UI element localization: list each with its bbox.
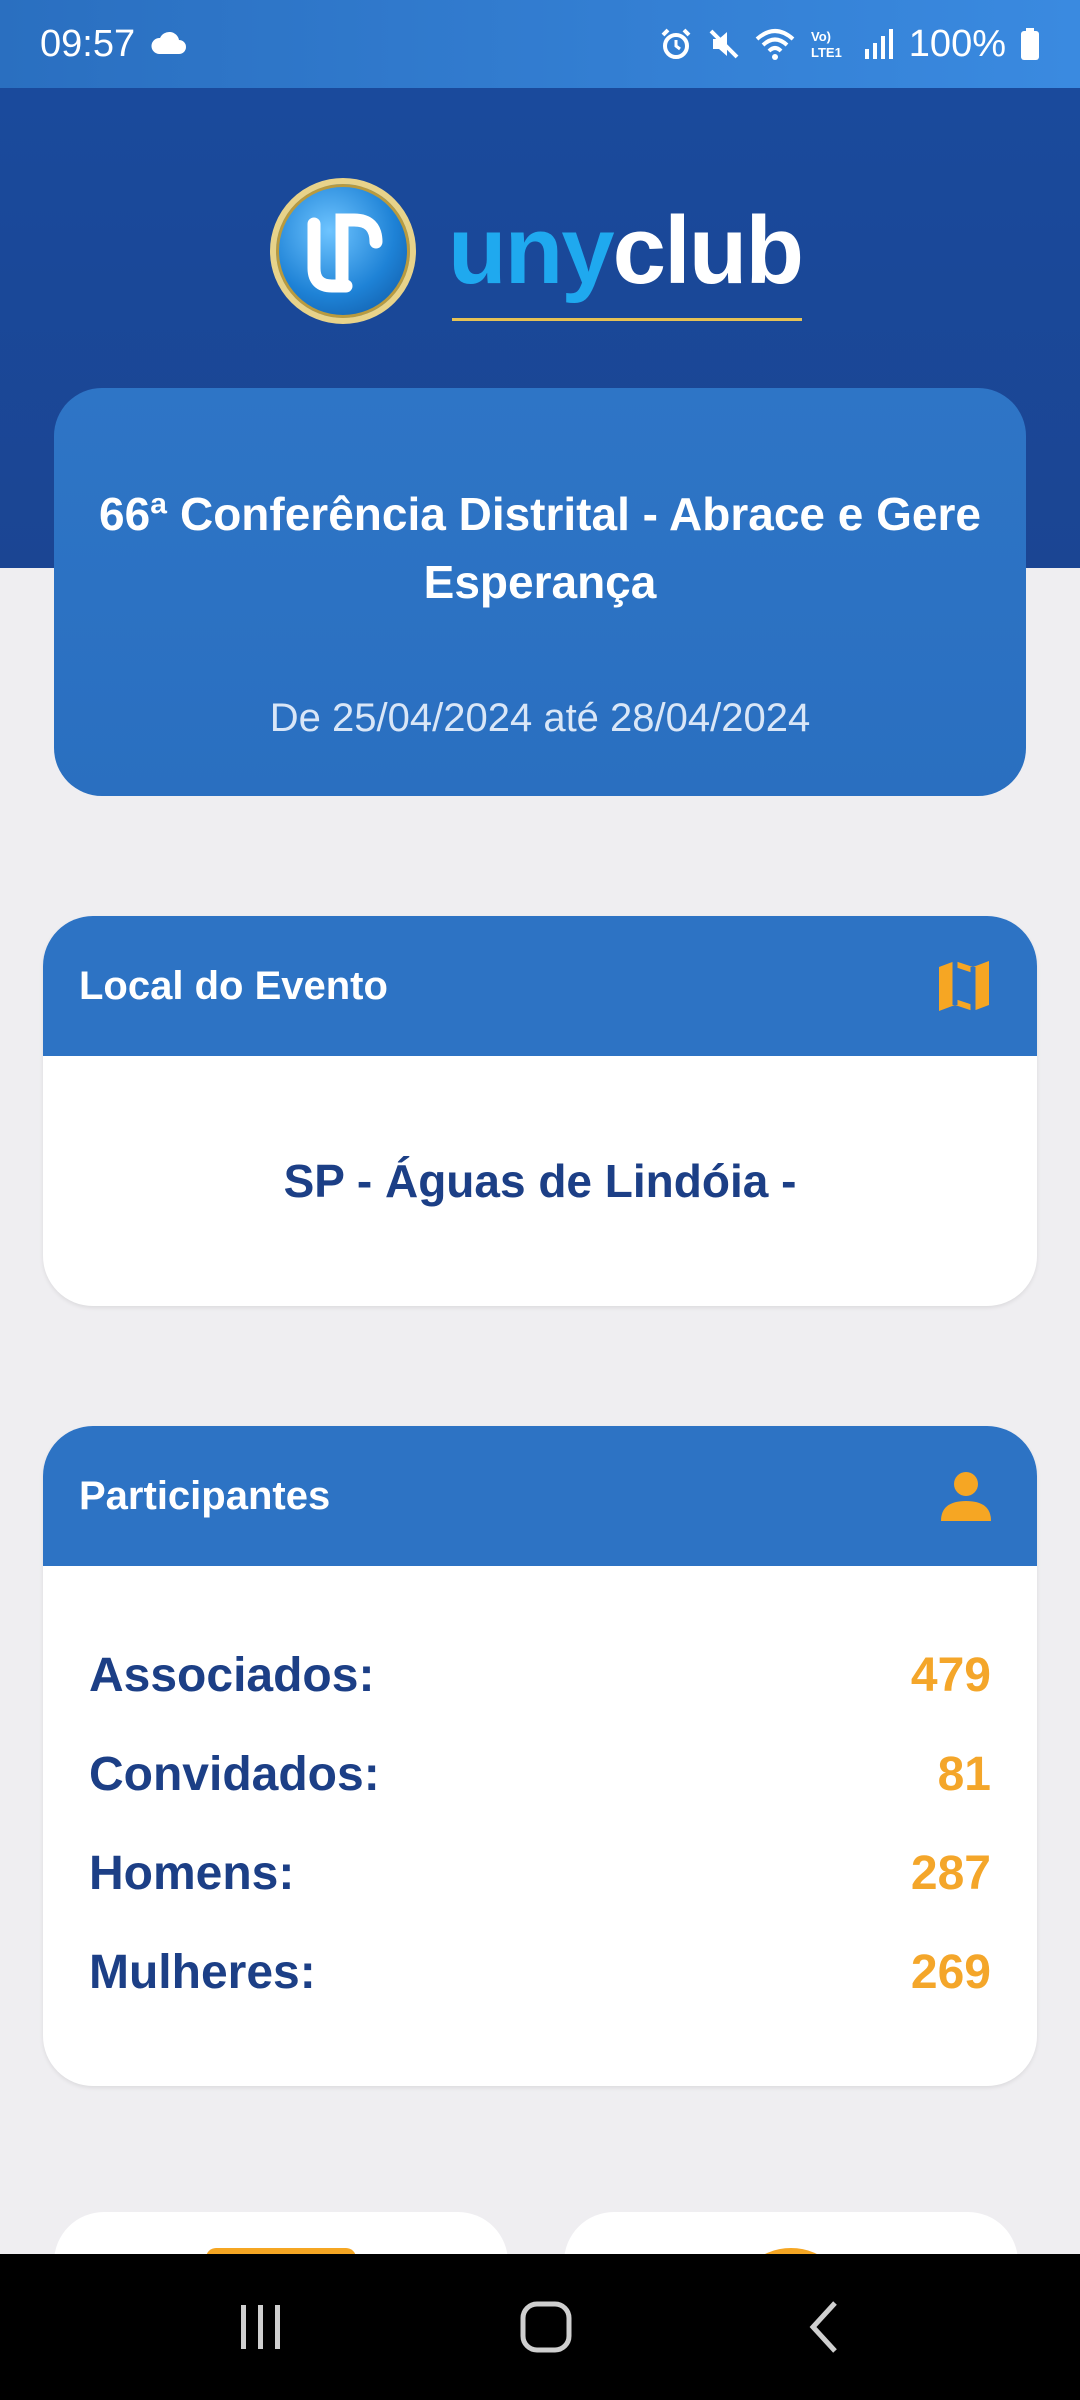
status-time: 09:57 (40, 22, 136, 65)
brand-logo: unyclub (270, 178, 804, 324)
status-bar: 09:57 Vo) LTE1 100% (0, 0, 1080, 88)
volte-icon: Vo) LTE1 (809, 27, 849, 61)
participants-row-mulheres: Mulheres: 269 (89, 1923, 991, 2022)
participants-count: 479 (910, 1649, 991, 1702)
alarm-icon (659, 27, 693, 61)
participants-count: 269 (910, 1946, 991, 1999)
brand-name-part2: club (612, 197, 804, 304)
location-value: SP - Águas de Lindóia - (283, 1155, 797, 1207)
brand-wordmark: unyclub (448, 203, 804, 321)
participants-label: Associados: (89, 1649, 375, 1702)
signal-icon (863, 27, 895, 61)
system-nav-bar (0, 2254, 1080, 2400)
participants-label: Mulheres: (89, 1946, 316, 1999)
back-button[interactable] (805, 2299, 845, 2355)
participants-row-homens: Homens: 287 (89, 1824, 991, 1923)
participants-section-header: Participantes (43, 1426, 1037, 1566)
logo-underline (452, 318, 803, 321)
person-icon[interactable] (939, 1469, 993, 1523)
battery-icon (1020, 27, 1040, 61)
brand-name-part1: uny (448, 197, 615, 304)
participants-count: 81 (937, 1748, 991, 1801)
map-icon[interactable] (935, 957, 993, 1015)
battery-level: 100% (908, 22, 1006, 65)
location-section: Local do Evento SP - Águas de Lindóia - (43, 916, 1037, 1306)
participants-label: Homens: (89, 1847, 295, 1900)
cloud-icon (149, 23, 187, 66)
status-left: 09:57 (40, 23, 187, 66)
svg-text:LTE1: LTE1 (811, 45, 842, 60)
participants-count: 287 (910, 1847, 991, 1900)
participants-row-convidados: Convidados: 81 (89, 1725, 991, 1824)
status-right: Vo) LTE1 100% (659, 23, 1040, 66)
svg-text:Vo): Vo) (811, 29, 831, 44)
mute-icon (707, 27, 741, 61)
location-section-title: Local do Evento (79, 963, 388, 1008)
participants-list: Associados: 479 Convidados: 81 Homens: 2… (43, 1566, 1037, 2022)
event-card: 66ª Conferência Distrital - Abrace e Ger… (54, 388, 1026, 796)
participants-section-title: Participantes (79, 1473, 331, 1518)
location-section-header: Local do Evento (43, 916, 1037, 1056)
logo-emblem-icon (270, 178, 416, 324)
event-title: 66ª Conferência Distrital - Abrace e Ger… (99, 488, 981, 608)
event-dates: De 25/04/2024 até 28/04/2024 (269, 696, 811, 740)
participants-section: Participantes Associados: 479 Convidados… (43, 1426, 1037, 2086)
recent-apps-button[interactable] (235, 2301, 287, 2353)
participants-row-associados: Associados: 479 (89, 1626, 991, 1725)
home-button[interactable] (518, 2299, 574, 2355)
participants-label: Convidados: (89, 1748, 380, 1801)
wifi-icon (755, 27, 795, 61)
